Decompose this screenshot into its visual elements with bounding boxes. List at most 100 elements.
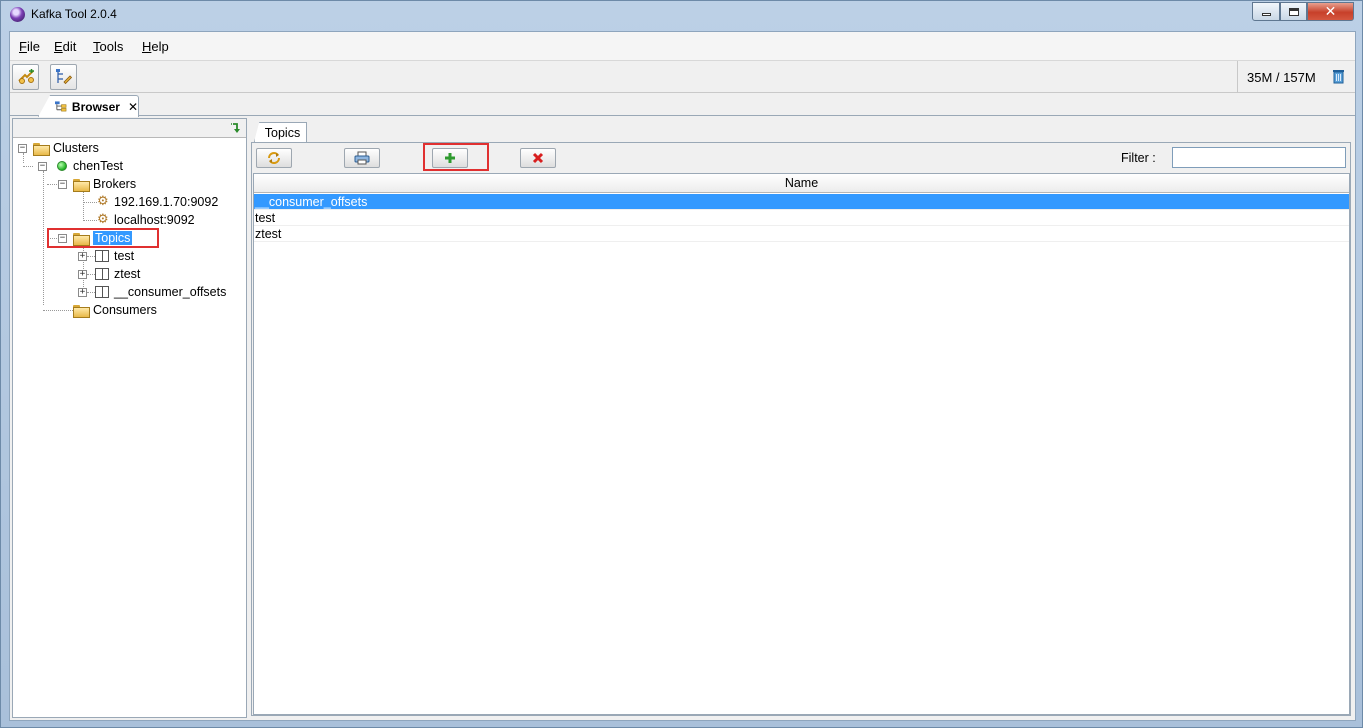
delete-x-icon [532, 152, 544, 164]
memory-usage-text: 35M / 157M [1247, 70, 1316, 85]
tree-node-broker[interactable]: ⚙ 192.169.1.70:9092 [97, 193, 218, 211]
collapse-clusters-toggle[interactable]: − [18, 144, 27, 153]
topics-panel: Topics Filter: Name __consumer_offsets … [250, 118, 1354, 718]
tree-edit-icon [55, 69, 72, 85]
tree-connector [43, 310, 73, 311]
tree-connector [43, 171, 44, 305]
app-window: Kafka Tool 2.0.4 ✕ File Edit Tools Help [0, 0, 1363, 728]
add-cluster-icon [17, 69, 34, 84]
close-icon: ✕ [1324, 3, 1337, 20]
refresh-icon [268, 152, 280, 164]
folder-open-icon [33, 142, 50, 156]
menu-file[interactable]: File [19, 39, 40, 54]
tree-connector [83, 202, 97, 203]
delete-topic-button[interactable] [520, 148, 556, 168]
topics-content: Filter : Name __consumer_offsets test zt… [251, 142, 1351, 716]
cluster-tree: − Clusters − chenTest − Brokers ⚙ 192.16… [13, 139, 246, 717]
tree-connector [23, 166, 33, 167]
folder-open-icon [73, 304, 90, 318]
tree-node-topic[interactable]: ztest [95, 265, 140, 283]
table-row[interactable]: test [254, 210, 1349, 226]
tree-connector [83, 220, 97, 221]
menu-edit-mnemonic: E [54, 39, 63, 54]
maximize-button[interactable] [1280, 2, 1307, 21]
filter-label: Filter : [1121, 151, 1156, 165]
menu-file-label: ile [26, 39, 40, 54]
menu-help-label: elp [151, 39, 169, 54]
tree-node-brokers[interactable]: Brokers [73, 175, 136, 193]
broker-gear-icon: ⚙ [97, 212, 109, 227]
topic-book-icon [95, 250, 109, 262]
menu-edit[interactable]: Edit [54, 39, 76, 54]
topics-toolbar: Filter : [252, 143, 1350, 173]
browser-tree-panel: − Clusters − chenTest − Brokers ⚙ 192.16… [12, 118, 247, 718]
printer-icon [354, 151, 370, 165]
menu-tools[interactable]: Tools [93, 39, 123, 54]
tree-node-consumers[interactable]: Consumers [73, 301, 157, 319]
topic-book-icon [95, 268, 109, 280]
browser-tab-strip: Browser ✕ [10, 94, 1355, 117]
filter-input[interactable] [1172, 147, 1346, 168]
browser-tab-label: Browser [71, 99, 120, 114]
print-topics-button[interactable] [344, 148, 380, 168]
table-row[interactable]: __consumer_offsets [254, 194, 1349, 210]
tree-node-topic[interactable]: test [95, 247, 134, 265]
highlight-box-add-topic [423, 143, 489, 171]
menu-help-mnemonic: H [142, 39, 152, 54]
menu-file-mnemonic: F [19, 39, 27, 54]
tree-node-broker-label: localhost:9092 [114, 213, 195, 227]
memory-status: 35M / 157M [1237, 61, 1357, 93]
edit-tree-button[interactable] [50, 64, 77, 90]
menu-help[interactable]: Help [142, 39, 169, 54]
collapse-cluster-toggle[interactable]: − [38, 162, 47, 171]
table-row[interactable]: ztest [254, 226, 1349, 242]
close-window-button[interactable]: ✕ [1307, 2, 1354, 21]
tree-node-topic[interactable]: __consumer_offsets [95, 283, 226, 301]
minimize-icon [1261, 13, 1271, 16]
tree-node-broker-label: 192.169.1.70:9092 [114, 195, 219, 209]
connected-status-icon [57, 161, 67, 171]
expand-topic-toggle[interactable]: + [78, 252, 87, 261]
tree-connector [83, 189, 84, 219]
menu-edit-label: dit [62, 39, 77, 54]
refresh-down-icon[interactable] [230, 122, 242, 134]
expand-topic-toggle[interactable]: + [78, 270, 87, 279]
browser-tree-icon [55, 101, 67, 112]
minimize-button[interactable] [1252, 2, 1280, 21]
tree-node-topic-label: ztest [114, 267, 141, 281]
column-header-name[interactable]: Name [254, 174, 1349, 193]
browser-tab[interactable]: Browser ✕ [38, 95, 139, 117]
tree-node-cluster-label: chenTest [73, 159, 124, 173]
topic-book-icon [95, 286, 109, 298]
title-bar[interactable]: Kafka Tool 2.0.4 ✕ [1, 1, 1362, 31]
main-toolbar: 35M / 157M [10, 60, 1355, 93]
collapse-brokers-toggle[interactable]: − [58, 180, 67, 189]
window-title: Kafka Tool 2.0.4 [31, 7, 117, 21]
tree-node-broker[interactable]: ⚙ localhost:9092 [97, 211, 195, 229]
menu-tools-label: ools [99, 39, 124, 54]
tree-node-consumers-label: Consumers [93, 303, 157, 317]
tree-header [13, 119, 246, 138]
menu-bar: File Edit Tools Help [10, 32, 1355, 60]
client-area: File Edit Tools Help 35M / 157M Browser … [9, 31, 1356, 721]
trash-icon[interactable] [1333, 69, 1344, 84]
tree-connector [47, 184, 57, 185]
add-cluster-button[interactable] [12, 64, 39, 90]
tree-node-topic-label: __consumer_offsets [114, 285, 227, 299]
expand-topic-toggle[interactable]: + [78, 288, 87, 297]
folder-open-icon [73, 178, 90, 192]
tree-node-cluster[interactable]: chenTest [57, 157, 123, 175]
refresh-topics-button[interactable] [256, 148, 292, 168]
maximize-icon [1288, 7, 1299, 16]
broker-gear-icon: ⚙ [97, 194, 109, 209]
tree-node-topic-label: test [114, 249, 135, 263]
tree-node-clusters-label: Clusters [53, 141, 99, 155]
tree-connector [23, 153, 24, 163]
topics-table: Name __consumer_offsets test ztest [253, 173, 1350, 715]
highlight-box-topics-node [47, 228, 159, 248]
tree-node-clusters[interactable]: Clusters [33, 139, 99, 157]
kafka-tool-app-icon [10, 7, 25, 22]
close-tab-icon[interactable]: ✕ [128, 100, 138, 114]
topics-tab[interactable]: Topics [254, 122, 307, 142]
tree-node-brokers-label: Brokers [93, 177, 137, 191]
